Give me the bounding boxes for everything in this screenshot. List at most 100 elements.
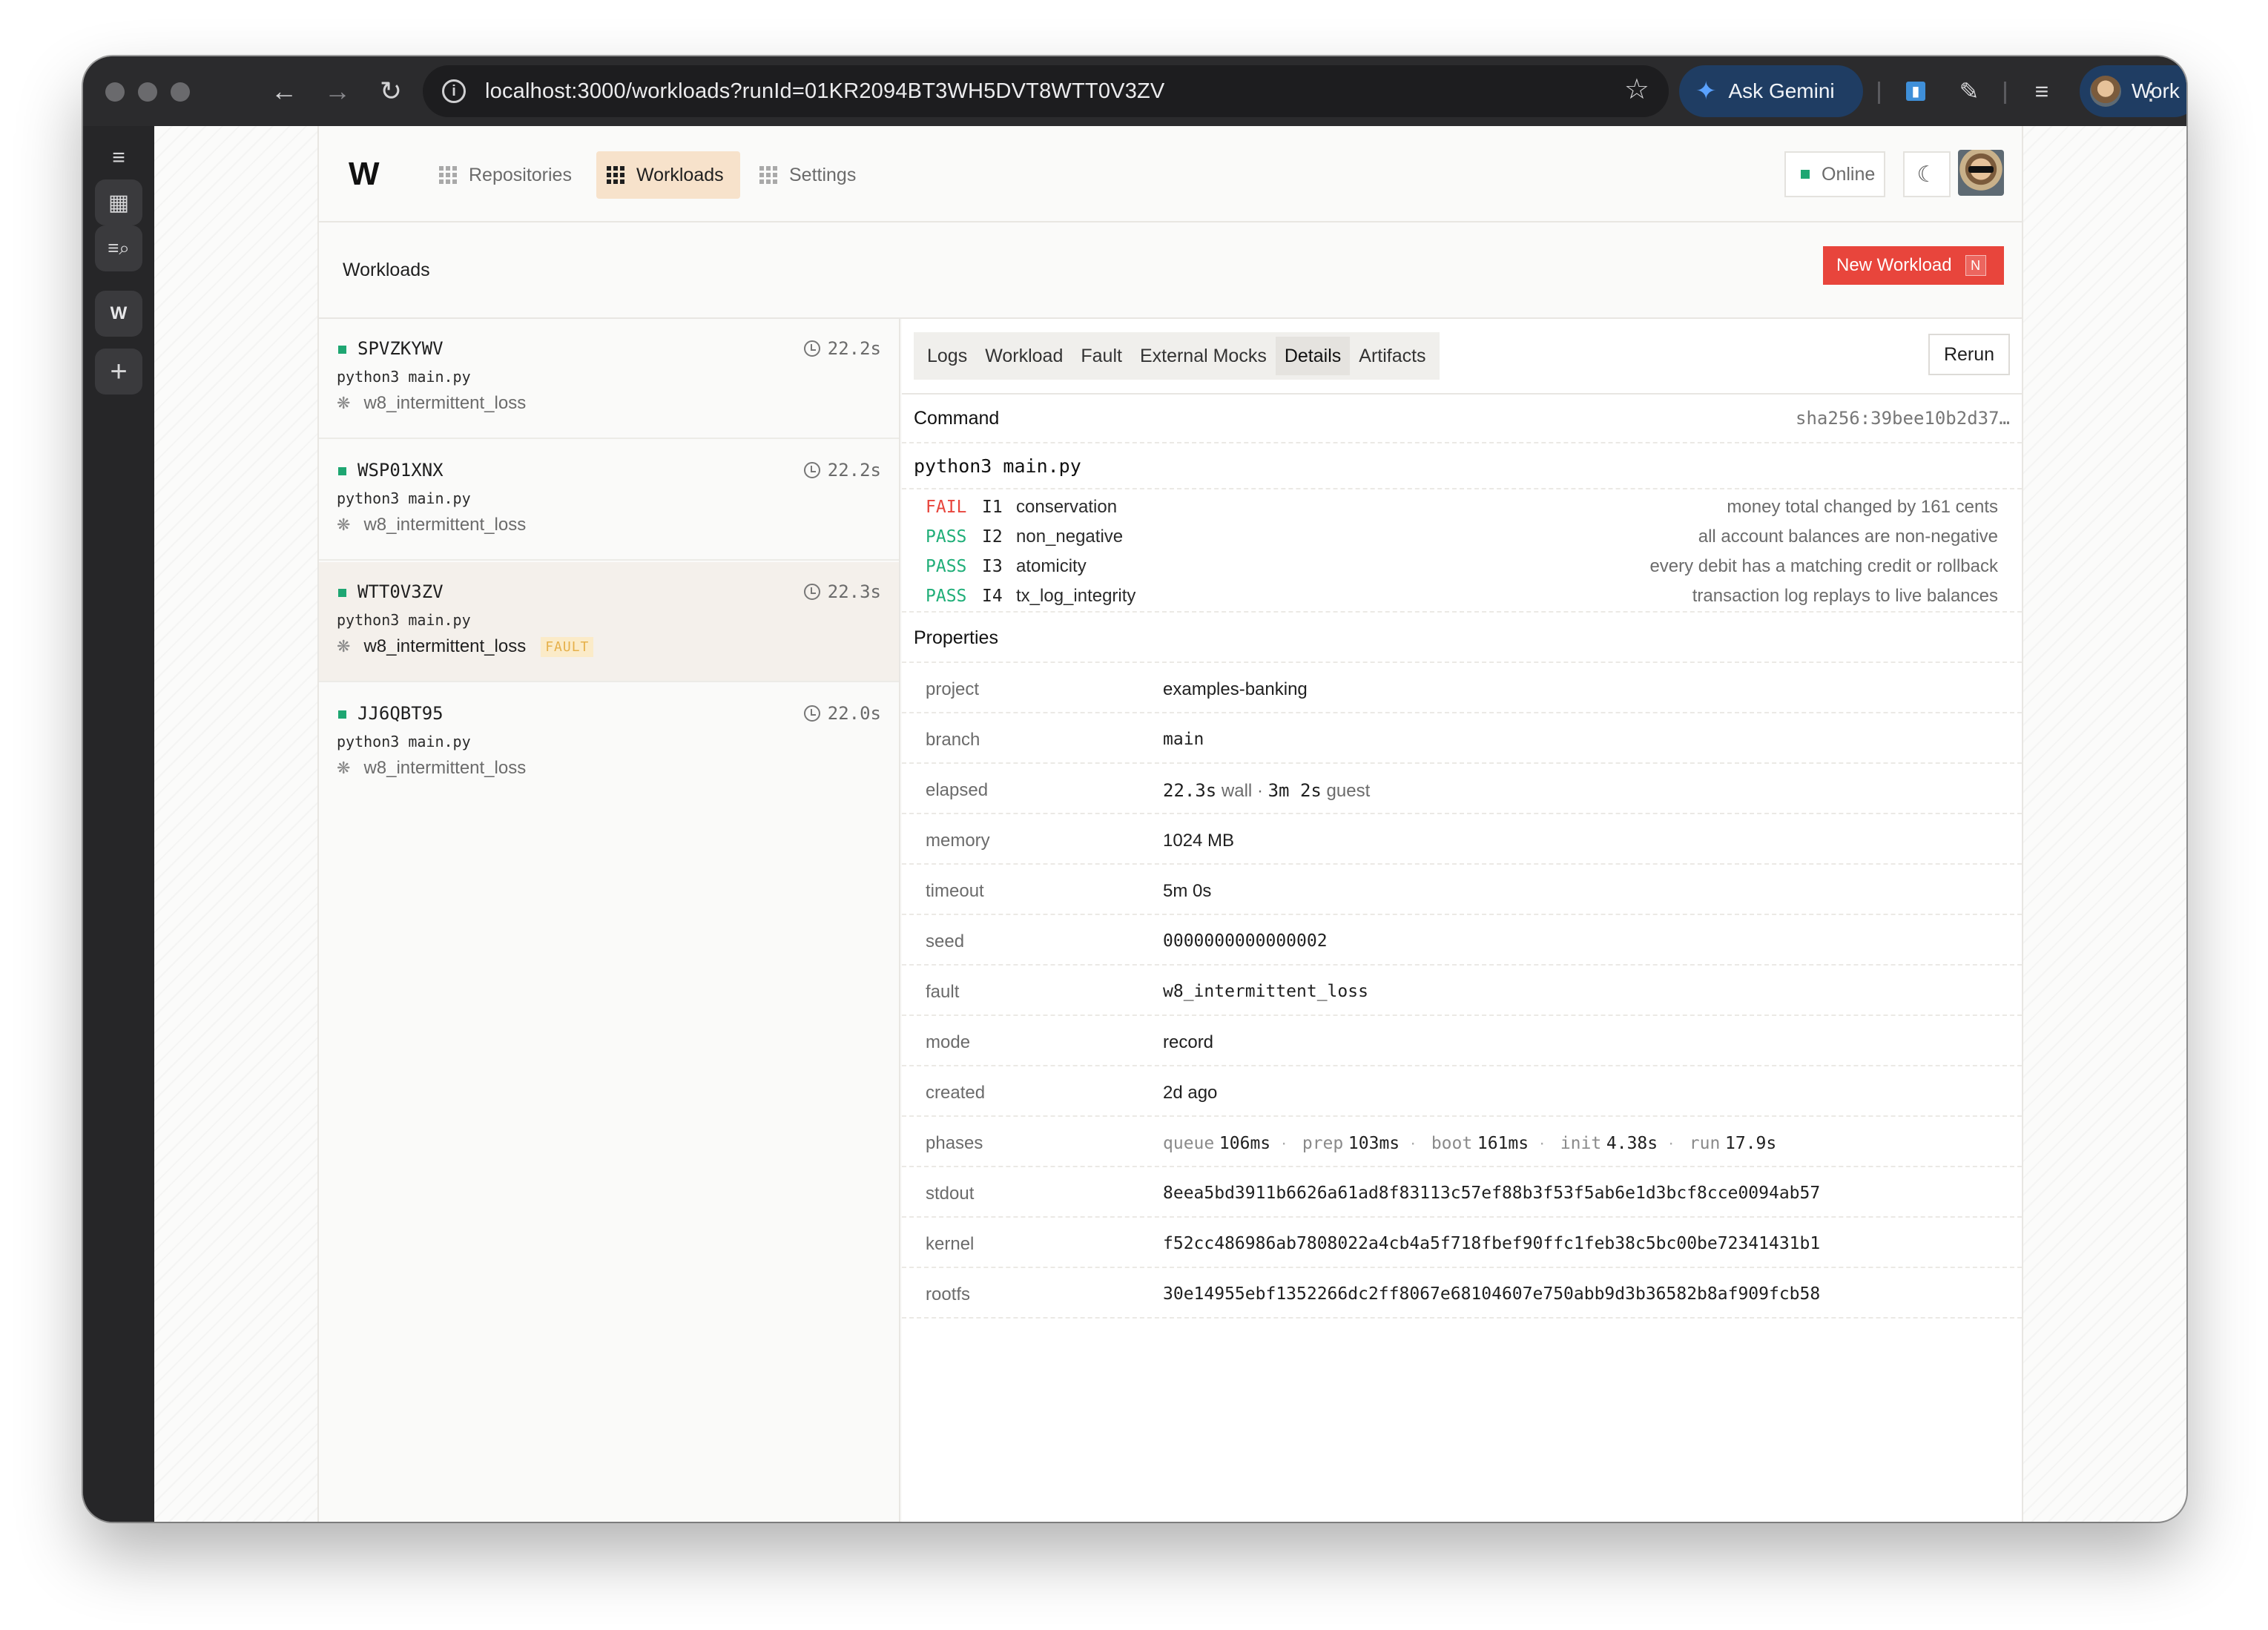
tab-fault[interactable]: Fault	[1072, 337, 1131, 375]
grid-icon	[439, 166, 457, 184]
check-name: tx_log_integrity	[1016, 586, 1136, 606]
status-dot-icon	[338, 346, 346, 354]
property-value: 30e14955ebf1352266dc2ff8067e68104607e750…	[1163, 1284, 1821, 1304]
invariant-checks: FAIL I1 conservation money total changed…	[902, 491, 2022, 613]
property-row-seed: seed 0000000000000002	[902, 917, 2022, 966]
check-row: PASS I2 non_negative all account balance…	[926, 522, 1998, 552]
tab-workload[interactable]: Workload	[976, 337, 1072, 375]
phase-value: 161ms	[1477, 1134, 1529, 1153]
workload-list: SPVZKYWV 22.2s python3 main.py ❋ w8_inter…	[319, 319, 900, 1522]
check-status: PASS	[926, 557, 967, 576]
theme-toggle-button[interactable]: ☾	[1903, 151, 1951, 197]
workload-duration: 22.3s	[803, 581, 881, 602]
workload-list-item-selected[interactable]: WTT0V3ZV 22.3s python3 main.py ❋ w8_inter…	[319, 562, 899, 682]
workload-list-item[interactable]: WSP01XNX 22.2s python3 main.py ❋ w8_inter…	[319, 441, 899, 561]
minimize-window-button[interactable]	[138, 82, 157, 102]
property-value: w8_intermittent_loss	[1163, 982, 1368, 1001]
new-workload-button[interactable]: New Workload N	[1823, 246, 2004, 285]
reload-icon[interactable]: ↻	[372, 73, 409, 110]
property-key: rootfs	[926, 1284, 971, 1304]
property-value: 2d ago	[1163, 1083, 1218, 1103]
check-id: I4	[982, 587, 1003, 606]
nav-settings-label: Settings	[789, 164, 857, 185]
check-description: transaction log replays to live balances	[1692, 586, 1998, 606]
tab-external-mocks[interactable]: External Mocks	[1131, 337, 1276, 375]
puzzle-icon[interactable]: ✎	[1951, 73, 1988, 110]
property-row-elapsed: elapsed 22.3s wall · 3m 2s guest	[902, 765, 2022, 814]
tab-grid-icon[interactable]: ▦	[95, 179, 142, 225]
tab-details[interactable]: Details	[1275, 337, 1351, 375]
workload-detail-panel: Logs Workload Fault External Mocks Detai…	[902, 319, 2022, 1522]
profile-button[interactable]: Work	[2080, 65, 2186, 117]
new-tab-icon[interactable]: +	[95, 349, 142, 395]
nav-repositories[interactable]: Repositories	[429, 151, 584, 199]
phase-name: init	[1560, 1134, 1602, 1153]
extension-icon[interactable]: ▮	[1897, 73, 1934, 110]
check-status: PASS	[926, 527, 967, 547]
nav-settings[interactable]: Settings	[749, 151, 868, 199]
status-badge[interactable]: Online	[1784, 151, 1885, 197]
workload-id: WTT0V3ZV	[357, 581, 444, 602]
site-info-icon[interactable]: i	[442, 79, 466, 103]
clock-icon	[803, 705, 820, 722]
property-key: memory	[926, 831, 990, 851]
url-text: localhost:3000/workloads?runId=01KR2094B…	[485, 79, 1165, 103]
toolbar-divider	[2004, 82, 2006, 104]
address-bar[interactable]: i localhost:3000/workloads?runId=01KR209…	[423, 65, 1669, 117]
workload-id: WSP01XNX	[357, 460, 444, 481]
avatar[interactable]	[1958, 150, 2004, 196]
rerun-button[interactable]: Rerun	[1928, 334, 2010, 375]
command-line: python3 main.py	[902, 443, 2022, 489]
bug-icon: ❋	[337, 394, 351, 412]
clock-icon	[803, 584, 820, 600]
status-dot-icon	[338, 589, 346, 597]
forward-icon[interactable]: →	[319, 73, 356, 110]
tab-artifacts[interactable]: Artifacts	[1350, 337, 1434, 375]
close-window-button[interactable]	[105, 82, 125, 102]
property-value: 1024 MB	[1163, 831, 1235, 851]
shortcut-badge: N	[1965, 255, 1986, 276]
page-title: Workloads	[343, 260, 430, 280]
workload-fault: ❋ w8_intermittent_loss	[337, 515, 527, 535]
property-value: examples-banking	[1163, 679, 1308, 699]
check-name: conservation	[1016, 497, 1118, 517]
menu-icon[interactable]: ⋮	[2136, 73, 2166, 110]
bookmark-star-icon[interactable]: ☆	[1624, 73, 1649, 106]
ask-gemini-label: Ask Gemini	[1728, 79, 1835, 102]
phase-name: queue	[1163, 1134, 1215, 1153]
grid-icon	[607, 166, 624, 184]
check-row: FAIL I1 conservation money total changed…	[926, 492, 1998, 522]
command-section-header: Command sha256:39bee10b2d37…	[902, 395, 2022, 443]
property-row-memory: memory 1024 MB	[902, 816, 2022, 865]
fault-badge: FAULT	[541, 636, 594, 657]
workload-command: python3 main.py	[337, 368, 471, 386]
workload-id: JJ6QBT95	[357, 703, 444, 724]
tab-logs[interactable]: Logs	[918, 337, 976, 375]
ask-gemini-button[interactable]: ✦ Ask Gemini	[1679, 65, 1863, 117]
property-key: kernel	[926, 1234, 975, 1254]
detail-tabs: Logs Workload Fault External Mocks Detai…	[914, 332, 1440, 380]
page-content: W Repositories Workloads Settings Online	[154, 126, 2186, 1522]
app-logo[interactable]: W	[349, 156, 379, 193]
tab-search-icon[interactable]: ≡⌕	[95, 225, 142, 271]
bug-icon: ❋	[337, 515, 351, 534]
clock-icon	[803, 340, 820, 357]
check-description: every debit has a matching credit or rol…	[1649, 556, 1998, 576]
pinned-tab-w-icon[interactable]: W	[95, 291, 142, 337]
zoom-window-button[interactable]	[171, 82, 190, 102]
nav-workloads[interactable]: Workloads	[596, 151, 740, 199]
back-icon[interactable]: ←	[266, 73, 303, 110]
property-value: 22.3s wall · 3m 2s guest	[1163, 780, 1371, 801]
property-row-phases: phases queue 106ms · prep 103ms · boot 161…	[902, 1118, 2022, 1167]
workload-list-item[interactable]: SPVZKYWV 22.2s python3 main.py ❋ w8_inter…	[319, 319, 899, 439]
property-row-stdout: stdout 8eea5bd3911b6626a61ad8f83113c57ef…	[902, 1169, 2022, 1218]
reading-list-icon[interactable]: ≡	[2023, 73, 2060, 110]
workload-list-item[interactable]: JJ6QBT95 22.0s python3 main.py ❋ w8_inter…	[319, 684, 899, 804]
property-value: main	[1163, 730, 1204, 749]
online-dot-icon	[1801, 170, 1810, 179]
property-key: mode	[926, 1032, 971, 1052]
sidebar-toggle-icon[interactable]: ≡	[95, 135, 142, 181]
page-header: Workloads New Workload N	[319, 222, 2022, 319]
phase-name: run	[1689, 1134, 1721, 1153]
phase-value: 103ms	[1348, 1134, 1400, 1153]
